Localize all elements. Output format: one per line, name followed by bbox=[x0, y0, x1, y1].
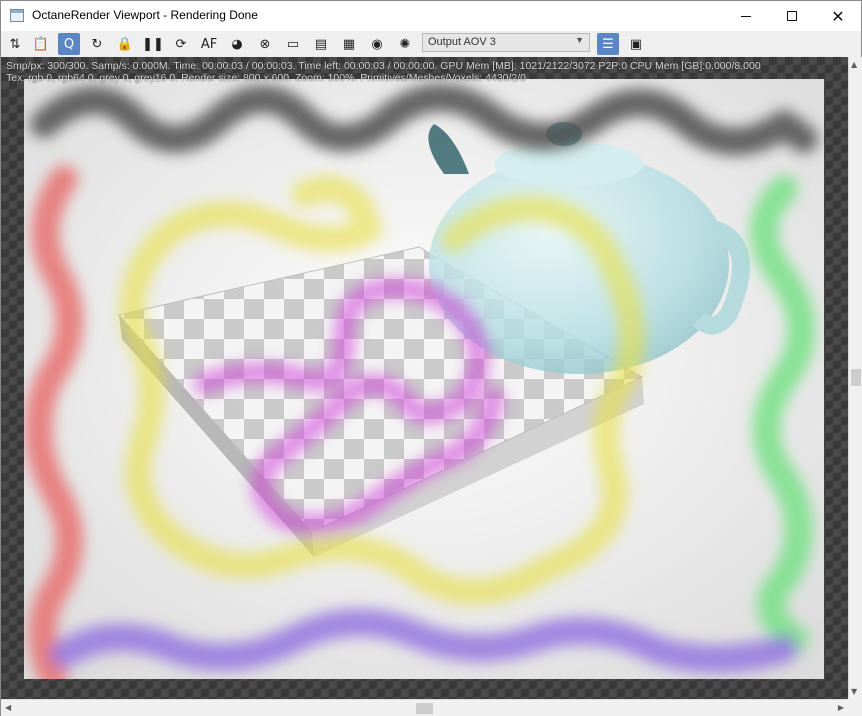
horizontal-scroll-thumb[interactable] bbox=[416, 703, 433, 714]
film-button[interactable]: ▤ bbox=[310, 33, 332, 55]
sun-settings-button[interactable]: ✺ bbox=[394, 33, 416, 55]
color-wheel-button[interactable]: ◕ bbox=[226, 33, 248, 55]
vertical-scrollbar[interactable]: ▲ ▼ bbox=[848, 57, 862, 699]
quick-render-icon: Q bbox=[63, 36, 75, 52]
restart-icon: ↻ bbox=[91, 36, 103, 52]
title-bar[interactable]: OctaneRender Viewport - Rendering Done ✕ bbox=[1, 1, 861, 31]
refresh-button[interactable]: ⟳ bbox=[170, 33, 192, 55]
target-icon: ⊗ bbox=[259, 36, 271, 52]
camera-icon: ◉ bbox=[371, 36, 383, 52]
camera-button[interactable]: ◉ bbox=[366, 33, 388, 55]
image-view-icon: ▣ bbox=[629, 36, 643, 52]
monitor-icon: ▭ bbox=[286, 36, 300, 52]
film-icon: ▤ bbox=[314, 36, 328, 52]
close-button[interactable]: ✕ bbox=[815, 1, 861, 31]
target-button[interactable]: ⊗ bbox=[254, 33, 276, 55]
render-stats: Smp/px: 300/300. Samp/s: 0.000M. Time: 0… bbox=[6, 60, 761, 84]
pause-button[interactable]: ❚❚ bbox=[142, 33, 164, 55]
scrollbar-corner bbox=[848, 699, 862, 716]
scroll-right-icon[interactable]: ▶ bbox=[838, 703, 844, 712]
clipboard-icon: 📋 bbox=[32, 36, 50, 52]
list-view-button[interactable]: ☰ bbox=[597, 33, 619, 55]
aov-select-value: Output AOV 3 bbox=[428, 36, 496, 48]
monitor-button[interactable]: ▭ bbox=[282, 33, 304, 55]
restart-button[interactable]: ↻ bbox=[86, 33, 108, 55]
image-view-button[interactable]: ▣ bbox=[625, 33, 647, 55]
minimize-button[interactable] bbox=[723, 1, 769, 31]
octane-viewport-window: OctaneRender Viewport - Rendering Done ✕… bbox=[0, 0, 862, 716]
scroll-left-icon[interactable]: ◀ bbox=[5, 703, 11, 712]
quick-render-button[interactable]: Q bbox=[58, 33, 80, 55]
red-film-button[interactable]: ▦ bbox=[338, 33, 360, 55]
maximize-button[interactable] bbox=[769, 1, 815, 31]
sun-settings-icon: ✺ bbox=[399, 36, 411, 52]
aov-select[interactable]: Output AOV 3 ▼ bbox=[422, 33, 590, 52]
clipboard-button[interactable]: 📋 bbox=[30, 33, 52, 55]
list-view-icon: ☰ bbox=[602, 36, 614, 52]
import-icon: ⇅ bbox=[9, 36, 21, 52]
window-title: OctaneRender Viewport - Rendering Done bbox=[32, 8, 258, 22]
lock-button[interactable]: 🔒 bbox=[114, 33, 136, 55]
chevron-down-icon: ▼ bbox=[575, 35, 584, 45]
stats-line-2: Tex: rgb 0, rgb64 0, grey 0, grey16 0. R… bbox=[6, 72, 527, 84]
af-icon: AF bbox=[200, 36, 218, 52]
app-icon bbox=[10, 9, 24, 22]
red-film-icon: ▦ bbox=[342, 36, 356, 52]
horizontal-scrollbar[interactable]: ◀ ▶ bbox=[1, 699, 848, 716]
scroll-up-icon[interactable]: ▲ bbox=[851, 60, 857, 69]
maximize-icon bbox=[787, 11, 797, 21]
vertical-scroll-thumb[interactable] bbox=[851, 369, 861, 386]
render-image bbox=[24, 79, 824, 679]
render-viewport[interactable]: Smp/px: 300/300. Samp/s: 0.000M. Time: 0… bbox=[1, 57, 848, 699]
refresh-icon: ⟳ bbox=[175, 36, 187, 52]
stats-line-1: Smp/px: 300/300. Samp/s: 0.000M. Time: 0… bbox=[6, 60, 761, 72]
pause-icon: ❚❚ bbox=[142, 36, 164, 52]
lock-icon: 🔒 bbox=[116, 36, 134, 52]
import-button[interactable]: ⇅ bbox=[4, 33, 26, 55]
minimize-icon bbox=[741, 15, 751, 17]
scroll-down-icon[interactable]: ▼ bbox=[851, 687, 857, 696]
close-icon: ✕ bbox=[831, 6, 845, 26]
color-wheel-icon: ◕ bbox=[231, 36, 243, 52]
af-button[interactable]: AF bbox=[198, 33, 220, 55]
